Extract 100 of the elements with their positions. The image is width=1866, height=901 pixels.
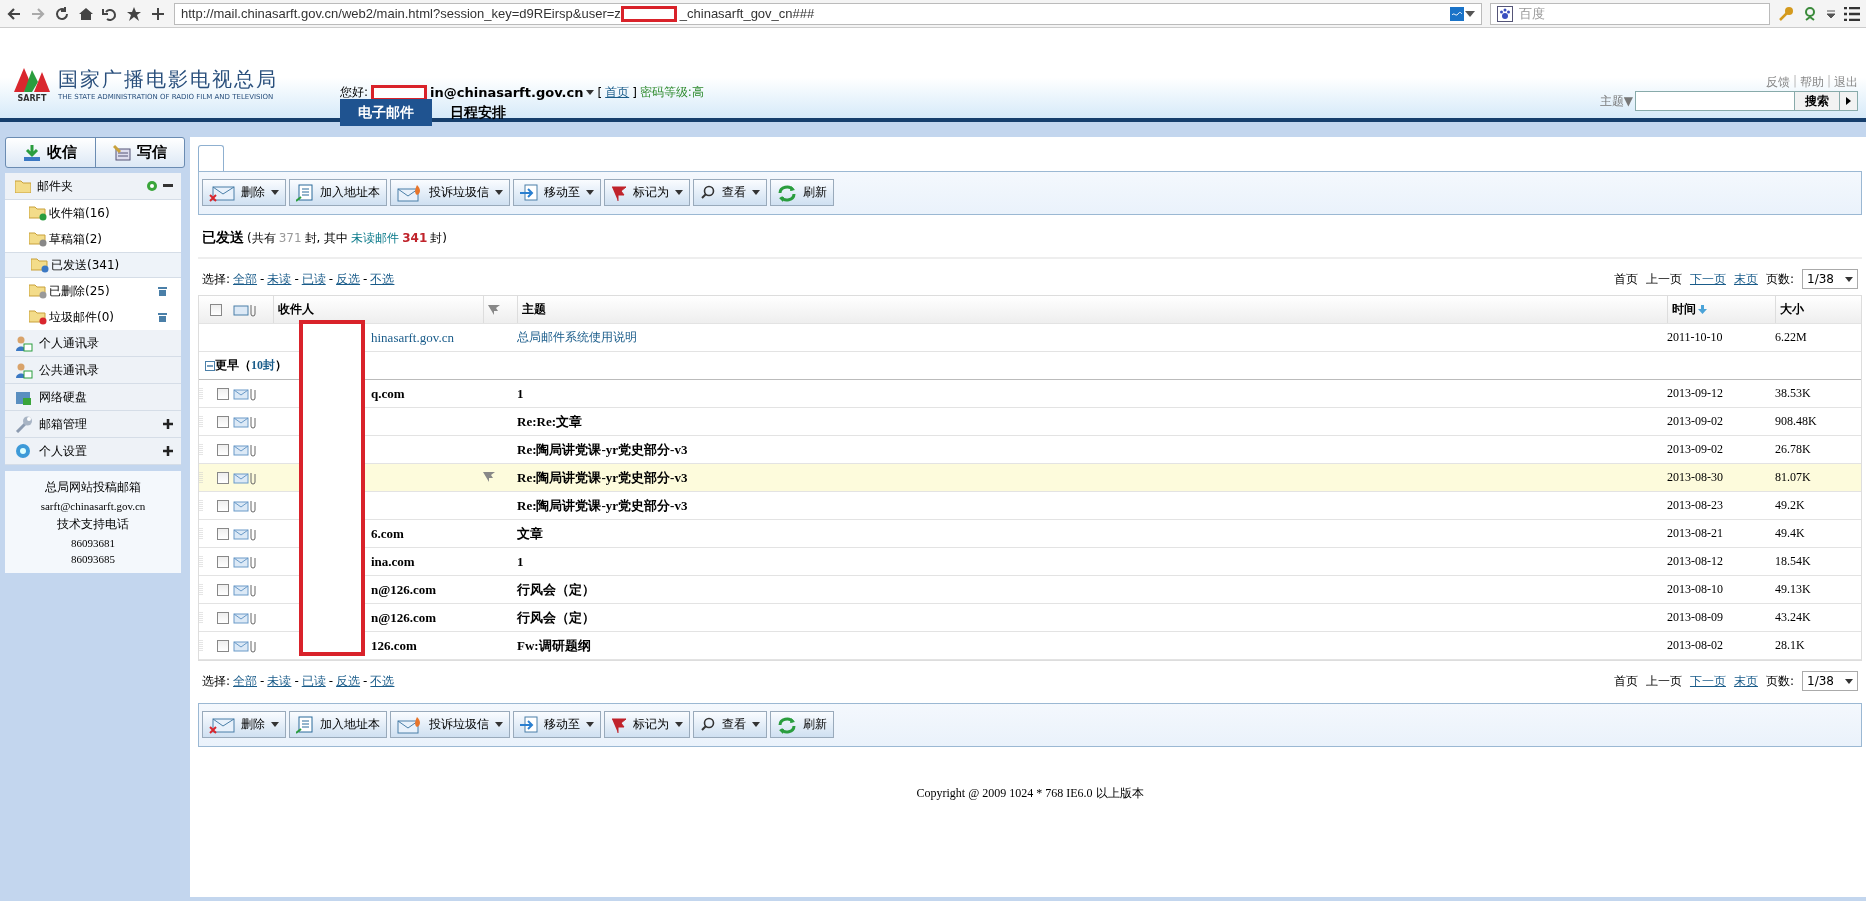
checkbox[interactable] <box>210 303 222 316</box>
page-select[interactable]: 1/38 <box>1802 269 1858 289</box>
receive-button[interactable]: 收信 <box>6 138 95 167</box>
search-button[interactable]: 搜索 <box>1795 91 1840 111</box>
trash-icon[interactable] <box>158 286 167 296</box>
page-select[interactable]: 1/38 <box>1802 671 1858 691</box>
star-icon[interactable] <box>126 5 142 22</box>
caret-icon[interactable] <box>586 190 594 195</box>
select-link[interactable]: 不选 <box>370 270 395 288</box>
toolbar-button[interactable]: 加入地址本 <box>289 711 387 738</box>
toolbar-button[interactable]: 加入地址本 <box>289 179 387 206</box>
checkbox[interactable] <box>217 443 229 456</box>
caret-icon[interactable] <box>752 190 760 195</box>
search-field[interactable] <box>1635 91 1795 111</box>
toolbar-button[interactable]: 投诉垃圾信 <box>390 179 510 206</box>
menu-icon[interactable] <box>1844 6 1860 21</box>
toolbar-button[interactable]: 查看 <box>693 179 767 206</box>
caret-icon[interactable] <box>586 722 594 727</box>
nav-tab[interactable]: 电子邮件 <box>340 99 432 126</box>
sidebar-item[interactable]: 网络硬盘 <box>5 384 181 411</box>
toolbar-button[interactable]: 移动至 <box>513 711 601 738</box>
dropdown-icon[interactable] <box>586 90 595 95</box>
refresh-icon[interactable] <box>54 5 70 22</box>
folder-item[interactable]: 已删除(25) <box>5 278 181 304</box>
caret-icon[interactable] <box>675 190 683 195</box>
column-header[interactable]: 时间 <box>1667 296 1775 323</box>
pager-link[interactable]: 上一页 <box>1645 672 1682 690</box>
pager-link[interactable]: 首页 <box>1613 672 1638 690</box>
checkbox[interactable] <box>217 527 229 540</box>
nav-tab[interactable]: 日程安排 <box>432 99 524 126</box>
checkbox[interactable] <box>217 611 229 624</box>
folder-item[interactable]: 收件箱(16) <box>5 200 181 226</box>
mail-row[interactable]: Re:陶局讲党课-yr党史部分-v3 2013-08-30 81.07K <box>199 464 1861 492</box>
select-link[interactable]: 不选 <box>370 672 395 690</box>
pager-link[interactable]: 上一页 <box>1645 270 1682 288</box>
dropdown-icon[interactable] <box>1465 10 1475 17</box>
arrow-button[interactable] <box>1840 91 1858 111</box>
trash-icon[interactable] <box>158 312 167 322</box>
checkbox[interactable] <box>217 415 229 428</box>
toolbar-button[interactable]: 删除 <box>202 711 286 738</box>
header-link[interactable]: 退出 <box>1834 74 1858 91</box>
toolbar-button[interactable]: 查看 <box>693 711 767 738</box>
select-link[interactable]: 未读 <box>267 672 292 690</box>
plus-icon[interactable] <box>150 5 166 22</box>
home-icon[interactable] <box>78 5 94 22</box>
toolbar-button[interactable]: 刷新 <box>770 179 834 206</box>
pager-link[interactable]: 首页 <box>1613 270 1638 288</box>
toolbar-button[interactable]: 删除 <box>202 179 286 206</box>
select-link[interactable]: 全部 <box>233 270 258 288</box>
select-link[interactable]: 已读 <box>301 672 326 690</box>
sidebar-item[interactable]: 个人通讯录 <box>5 330 181 357</box>
checkbox[interactable] <box>217 583 229 596</box>
paw-icon[interactable] <box>1497 5 1513 22</box>
caret-icon[interactable] <box>752 722 760 727</box>
select-link[interactable]: 未读 <box>267 270 292 288</box>
search-scope[interactable]: 主题▼ <box>1599 92 1633 110</box>
address-bar[interactable]: http://mail.chinasarft.gov.cn/web2/main.html?session_key=d9REirsp&user=z _chinasarft_gov_cn### <box>174 2 1482 25</box>
toolbar-button[interactable]: 移动至 <box>513 179 601 206</box>
toolbar-button[interactable]: 标记为 <box>604 179 690 206</box>
plus-icon[interactable] <box>163 446 173 456</box>
back-arrow-icon[interactable] <box>6 5 22 22</box>
header-link[interactable]: 帮助 <box>1799 74 1824 91</box>
flag-icon[interactable] <box>483 470 495 482</box>
subject-link[interactable]: 总局邮件系统使用说明 <box>517 329 1667 346</box>
caret-icon[interactable] <box>675 722 683 727</box>
caret-icon[interactable] <box>271 722 279 727</box>
compose-button[interactable]: 写信 <box>94 138 184 167</box>
flag-icon[interactable] <box>488 304 500 315</box>
checkbox[interactable] <box>217 499 229 512</box>
caret-icon[interactable] <box>495 722 503 727</box>
collapse-icon[interactable] <box>163 184 173 188</box>
caret-icon[interactable] <box>495 190 503 195</box>
home-link[interactable]: 首页 <box>605 84 630 101</box>
select-link[interactable]: 全部 <box>233 672 258 690</box>
header-link[interactable]: 反馈 <box>1765 74 1790 91</box>
checkbox[interactable] <box>217 639 229 652</box>
pager-link[interactable]: 末页 <box>1733 672 1758 690</box>
toolbar-button[interactable]: 刷新 <box>770 711 834 738</box>
pager-link[interactable]: 末页 <box>1733 270 1758 288</box>
folder-item[interactable]: 已发送(341) <box>5 252 181 278</box>
column-header[interactable]: 大小 <box>1775 296 1861 323</box>
sidebar-item[interactable]: 公共通讯录 <box>5 357 181 384</box>
folder-item[interactable]: 草稿箱(2) <box>5 226 181 252</box>
select-link[interactable]: 反选 <box>336 672 361 690</box>
page-icon[interactable] <box>1449 5 1465 22</box>
folder-item[interactable]: 垃圾邮件(0) <box>5 304 181 330</box>
dropdown-icon[interactable] <box>1826 9 1836 18</box>
toolbar-button[interactable]: 标记为 <box>604 711 690 738</box>
select-link[interactable]: 反选 <box>336 270 361 288</box>
checkbox[interactable] <box>217 387 229 400</box>
sidebar-item[interactable]: 邮箱管理 <box>5 411 181 438</box>
sidebar-item[interactable]: 个人设置 <box>5 438 181 465</box>
add-folder-icon[interactable] <box>147 181 157 191</box>
caret-icon[interactable] <box>271 190 279 195</box>
column-header[interactable]: 主题 <box>517 296 1667 323</box>
toolbar-button[interactable]: 投诉垃圾信 <box>390 711 510 738</box>
pager-link[interactable]: 下一页 <box>1689 672 1726 690</box>
select-link[interactable]: 已读 <box>301 270 326 288</box>
checkbox[interactable] <box>217 471 229 484</box>
plus-icon[interactable] <box>163 419 173 429</box>
